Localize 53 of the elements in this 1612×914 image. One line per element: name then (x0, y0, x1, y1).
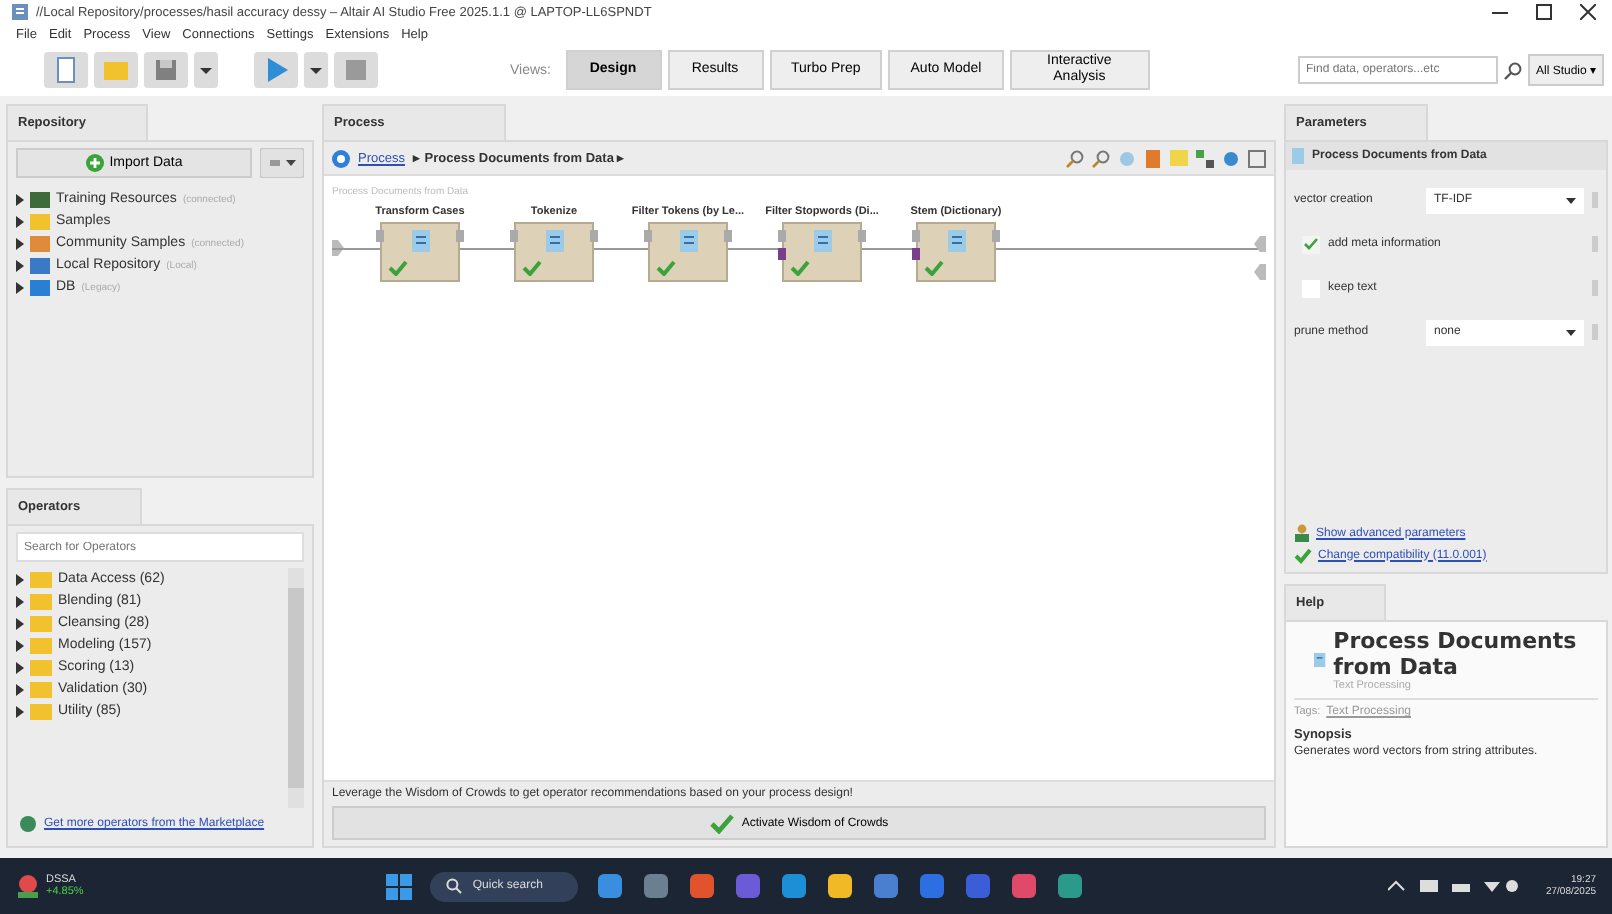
folder-icon (30, 659, 52, 675)
folder-icon (30, 637, 52, 653)
folder-icon (30, 681, 52, 697)
taskbar-app-icon[interactable] (688, 872, 717, 900)
close-icon[interactable] (1580, 4, 1596, 20)
stock-icon (16, 874, 40, 898)
operator-icon (1292, 148, 1304, 164)
checkbox[interactable] (1302, 235, 1320, 253)
operator-node[interactable] (514, 222, 594, 282)
operator-node[interactable] (380, 222, 460, 282)
person-icon (1294, 524, 1310, 542)
check-icon (1294, 547, 1312, 563)
plus-icon (85, 154, 104, 172)
operator-icon (947, 230, 965, 252)
search-icon (1503, 61, 1522, 79)
caret-icon (1566, 197, 1576, 203)
taskbar-app-icon[interactable] (826, 872, 855, 900)
taskbar-app-icon[interactable] (642, 872, 671, 900)
operator-icon (545, 230, 563, 252)
scrollbar[interactable] (288, 568, 304, 808)
caret-icon (1566, 329, 1576, 335)
fullscreen-icon[interactable] (1248, 149, 1266, 167)
operator-icon (679, 230, 697, 252)
start-icon[interactable] (386, 873, 413, 899)
zoom-in-icon[interactable] (1066, 149, 1084, 167)
operator-node[interactable] (648, 222, 728, 282)
dropdown-icon[interactable] (194, 52, 218, 88)
taskbar-app-icon[interactable] (872, 872, 901, 900)
dropdown-icon[interactable] (304, 52, 328, 88)
taskbar-app-icon[interactable] (1010, 872, 1039, 900)
options-icon[interactable] (260, 148, 304, 178)
zoom-out-icon[interactable] (1092, 149, 1110, 167)
operator-icon (813, 230, 831, 252)
operator-icon (411, 230, 429, 252)
folder-icon (30, 593, 52, 609)
folder-icon (30, 703, 52, 719)
folder-icon (30, 615, 52, 631)
maximize-icon[interactable] (1536, 4, 1552, 20)
operator-icon (1314, 650, 1326, 670)
taskbar-app-icon[interactable] (596, 872, 625, 900)
taskbar-app-icon[interactable] (1056, 872, 1085, 900)
new-file-icon[interactable] (44, 52, 88, 88)
operator-node[interactable] (782, 222, 862, 282)
input-port-icon[interactable] (644, 230, 652, 242)
taskbar-app-icon[interactable] (780, 872, 809, 900)
folder-icon (30, 571, 52, 587)
help-heading: Process Documents from Data (1333, 628, 1579, 680)
operator-node[interactable] (916, 222, 996, 282)
input-port-icon[interactable] (376, 230, 384, 242)
input-port-icon[interactable] (510, 230, 518, 242)
check-icon (709, 813, 734, 833)
process-icon (332, 149, 350, 167)
search-icon (446, 878, 463, 894)
